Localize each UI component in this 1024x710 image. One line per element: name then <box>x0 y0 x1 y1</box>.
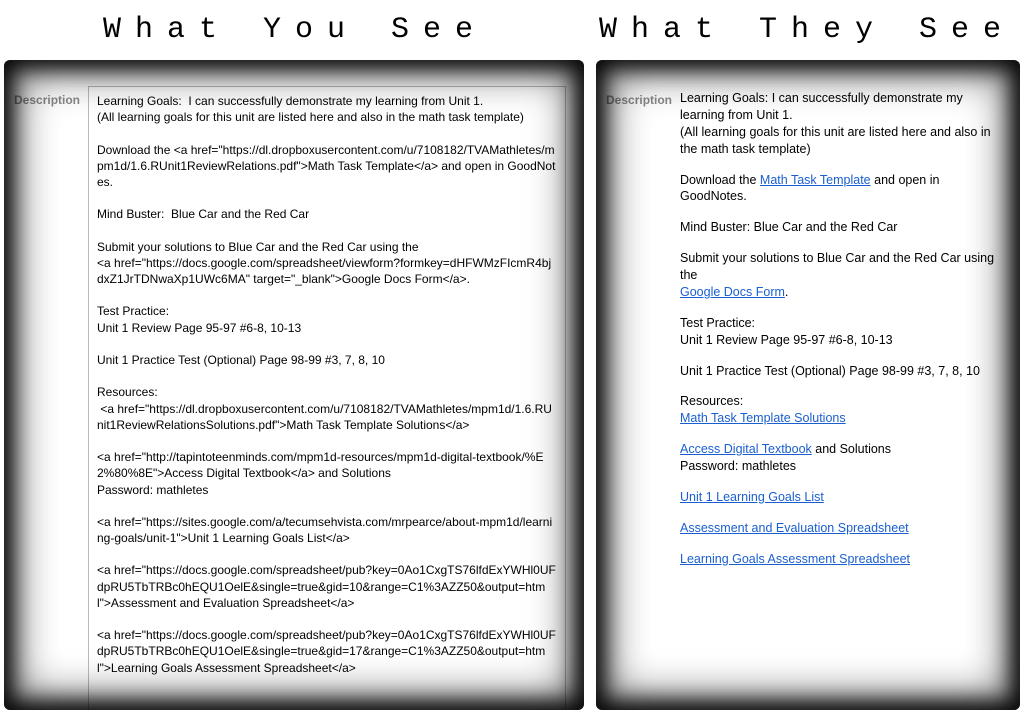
headers-row: What You See What They See <box>0 0 1024 60</box>
digital-textbook-link[interactable]: Access Digital Textbook <box>680 442 812 456</box>
mind-buster-text: Mind Buster: Blue Car and the Red Car <box>680 219 1002 236</box>
panel-what-you-see: Description Learning Goals: I can succes… <box>4 60 584 710</box>
download-paragraph: Download the Math Task Template and open… <box>680 172 1002 206</box>
description-label-left: Description <box>14 86 88 108</box>
textbook-post: and Solutions <box>812 442 891 456</box>
submit-post: . <box>785 285 788 299</box>
header-what-they-see: What They See <box>590 13 1024 47</box>
lg-assessment-link-block: Learning Goals Assessment Spreadsheet <box>680 551 1002 568</box>
test-practice-label: Test Practice: <box>680 316 755 330</box>
panels-row: Description Learning Goals: I can succes… <box>0 60 1024 710</box>
math-task-template-link[interactable]: Math Task Template <box>760 173 871 187</box>
description-label-right: Description <box>606 86 680 108</box>
practice-test-text: Unit 1 Practice Test (Optional) Page 98-… <box>680 363 1002 380</box>
textbook-block: Access Digital Textbook and Solutions Pa… <box>680 441 1002 475</box>
panel-what-they-see: Description Learning Goals: I can succes… <box>596 60 1020 710</box>
rendered-description: Learning Goals: I can successfully demon… <box>680 86 1002 582</box>
math-task-solutions-link[interactable]: Math Task Template Solutions <box>680 411 846 425</box>
learning-goals-list-link[interactable]: Unit 1 Learning Goals List <box>680 490 824 504</box>
learning-goals-assessment-link[interactable]: Learning Goals Assessment Spreadsheet <box>680 552 910 566</box>
google-docs-form-link[interactable]: Google Docs Form <box>680 285 785 299</box>
assessment-evaluation-link[interactable]: Assessment and Evaluation Spreadsheet <box>680 521 909 535</box>
test-practice-detail: Unit 1 Review Page 95-97 #6-8, 10-13 <box>680 333 893 347</box>
learning-goals-line2: (All learning goals for this unit are li… <box>680 125 991 156</box>
learning-goals-line1: Learning Goals: I can successfully demon… <box>680 91 963 122</box>
learning-goals-link-block: Unit 1 Learning Goals List <box>680 489 1002 506</box>
assessment-link-block: Assessment and Evaluation Spreadsheet <box>680 520 1002 537</box>
submit-paragraph: Submit your solutions to Blue Car and th… <box>680 250 1002 301</box>
learning-goals-text: Learning Goals: I can successfully demon… <box>680 90 1002 158</box>
password-text: Password: mathletes <box>680 459 796 473</box>
test-practice-text: Test Practice: Unit 1 Review Page 95-97 … <box>680 315 1002 349</box>
download-pre: Download the <box>680 173 760 187</box>
submit-pre: Submit your solutions to Blue Car and th… <box>680 251 994 282</box>
raw-html-source-box: Learning Goals: I can successfully demon… <box>88 86 566 710</box>
resources-label: Resources: <box>680 394 743 408</box>
resources-block: Resources: Math Task Template Solutions <box>680 393 1002 427</box>
header-what-you-see: What You See <box>0 13 590 47</box>
